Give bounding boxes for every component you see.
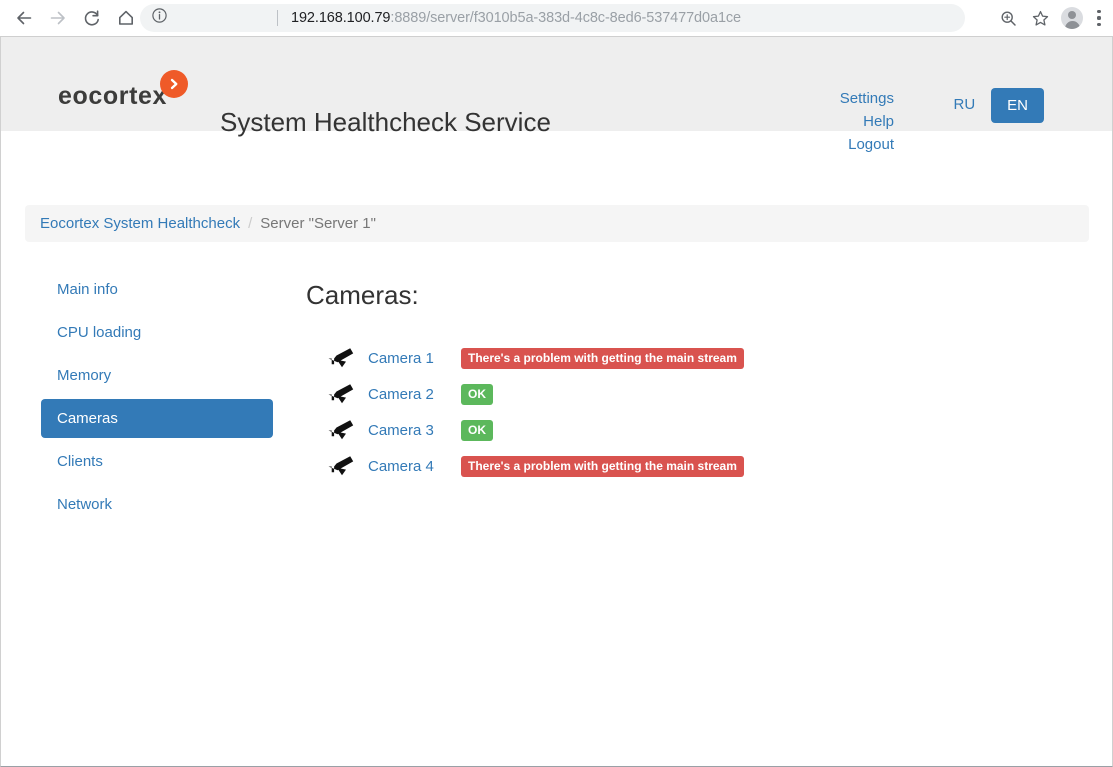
header-links: Settings Help Logout xyxy=(840,87,894,156)
camera-link[interactable]: Camera 3 xyxy=(368,422,440,439)
status-badge: OK xyxy=(461,419,493,441)
language-option-ru[interactable]: RU xyxy=(953,96,975,116)
page-viewport: eocortex System Healthcheck Service Sett… xyxy=(0,37,1113,767)
back-button[interactable] xyxy=(8,3,40,33)
bookmark-button[interactable] xyxy=(1025,3,1055,33)
forward-button[interactable] xyxy=(42,3,74,33)
cctv-camera-icon xyxy=(326,346,368,370)
home-icon xyxy=(116,8,136,28)
kebab-menu-icon xyxy=(1097,16,1101,20)
status-badge: There's a problem with getting the main … xyxy=(461,347,744,369)
url-path: :8889/server/f3010b5a-383d-4c8c-8ed6-537… xyxy=(390,10,742,26)
sidebar-item-cpu-loading[interactable]: CPU loading xyxy=(41,313,273,352)
back-arrow-icon xyxy=(14,8,34,28)
zoom-indicator-button[interactable] xyxy=(993,3,1023,33)
breadcrumb-current: Server "Server 1" xyxy=(260,215,376,232)
logout-link[interactable]: Logout xyxy=(840,133,894,156)
page-info-icon xyxy=(151,7,168,29)
cctv-camera-icon xyxy=(326,382,368,406)
forward-arrow-icon xyxy=(48,8,68,28)
browser-toolbar: 192.168.100.79:8889/server/f3010b5a-383d… xyxy=(0,0,1113,37)
zoom-magnifier-icon xyxy=(999,9,1018,28)
language-switcher: RU EN xyxy=(953,88,1044,123)
browser-right-controls xyxy=(993,3,1109,33)
sidebar-item-clients[interactable]: Clients xyxy=(41,442,273,481)
list-item: Camera 4 There's a problem with getting … xyxy=(326,448,744,484)
omnibox-divider xyxy=(277,10,278,26)
list-item: Camera 1 There's a problem with getting … xyxy=(326,340,744,376)
breadcrumb-separator: / xyxy=(248,215,253,232)
kebab-menu-icon xyxy=(1097,10,1101,14)
sidebar-nav: Main info CPU loading Memory Cameras Cli… xyxy=(41,270,273,528)
url-text[interactable]: 192.168.100.79:8889/server/f3010b5a-383d… xyxy=(291,10,741,26)
camera-link[interactable]: Camera 4 xyxy=(368,458,440,475)
page-title: System Healthcheck Service xyxy=(220,107,551,137)
app-header: eocortex System Healthcheck Service Sett… xyxy=(1,37,1112,153)
settings-link[interactable]: Settings xyxy=(840,87,894,110)
cctv-camera-icon xyxy=(326,418,368,442)
kebab-menu-icon xyxy=(1097,22,1101,26)
home-button[interactable] xyxy=(110,3,142,33)
profile-button[interactable] xyxy=(1057,3,1087,33)
cctv-camera-icon xyxy=(326,454,368,478)
language-option-en[interactable]: EN xyxy=(991,88,1044,123)
sidebar-item-network[interactable]: Network xyxy=(41,485,273,524)
section-title: Cameras: xyxy=(306,280,419,310)
list-item: Camera 3 OK xyxy=(326,412,744,448)
brand-logo[interactable]: eocortex xyxy=(58,70,189,110)
orange-chevron-right-icon xyxy=(160,70,189,98)
url-host: 192.168.100.79 xyxy=(291,10,391,26)
sidebar-item-memory[interactable]: Memory xyxy=(41,356,273,395)
help-link[interactable]: Help xyxy=(840,110,894,133)
star-icon xyxy=(1031,9,1050,28)
reload-icon xyxy=(82,8,102,28)
camera-link[interactable]: Camera 2 xyxy=(368,386,440,403)
camera-list: Camera 1 There's a problem with getting … xyxy=(306,340,744,484)
logo-text: eocortex xyxy=(58,82,168,110)
sidebar-item-main-info[interactable]: Main info xyxy=(41,270,273,309)
site-info-button[interactable] xyxy=(144,7,174,29)
reload-button[interactable] xyxy=(76,3,108,33)
browser-menu-button[interactable] xyxy=(1089,7,1109,29)
status-badge: OK xyxy=(461,383,493,405)
profile-avatar-icon xyxy=(1061,7,1083,29)
breadcrumb: Eocortex System Healthcheck / Server "Se… xyxy=(25,205,1089,242)
status-badge: There's a problem with getting the main … xyxy=(461,455,744,477)
address-bar[interactable]: 192.168.100.79:8889/server/f3010b5a-383d… xyxy=(140,4,965,32)
list-item: Camera 2 OK xyxy=(326,376,744,412)
sidebar-item-cameras[interactable]: Cameras xyxy=(41,399,273,438)
camera-link[interactable]: Camera 1 xyxy=(368,350,440,367)
browser-nav-buttons xyxy=(0,3,142,33)
main-content: Cameras: Camera 1 There's a problem with… xyxy=(306,280,744,484)
breadcrumb-root-link[interactable]: Eocortex System Healthcheck xyxy=(40,215,240,232)
